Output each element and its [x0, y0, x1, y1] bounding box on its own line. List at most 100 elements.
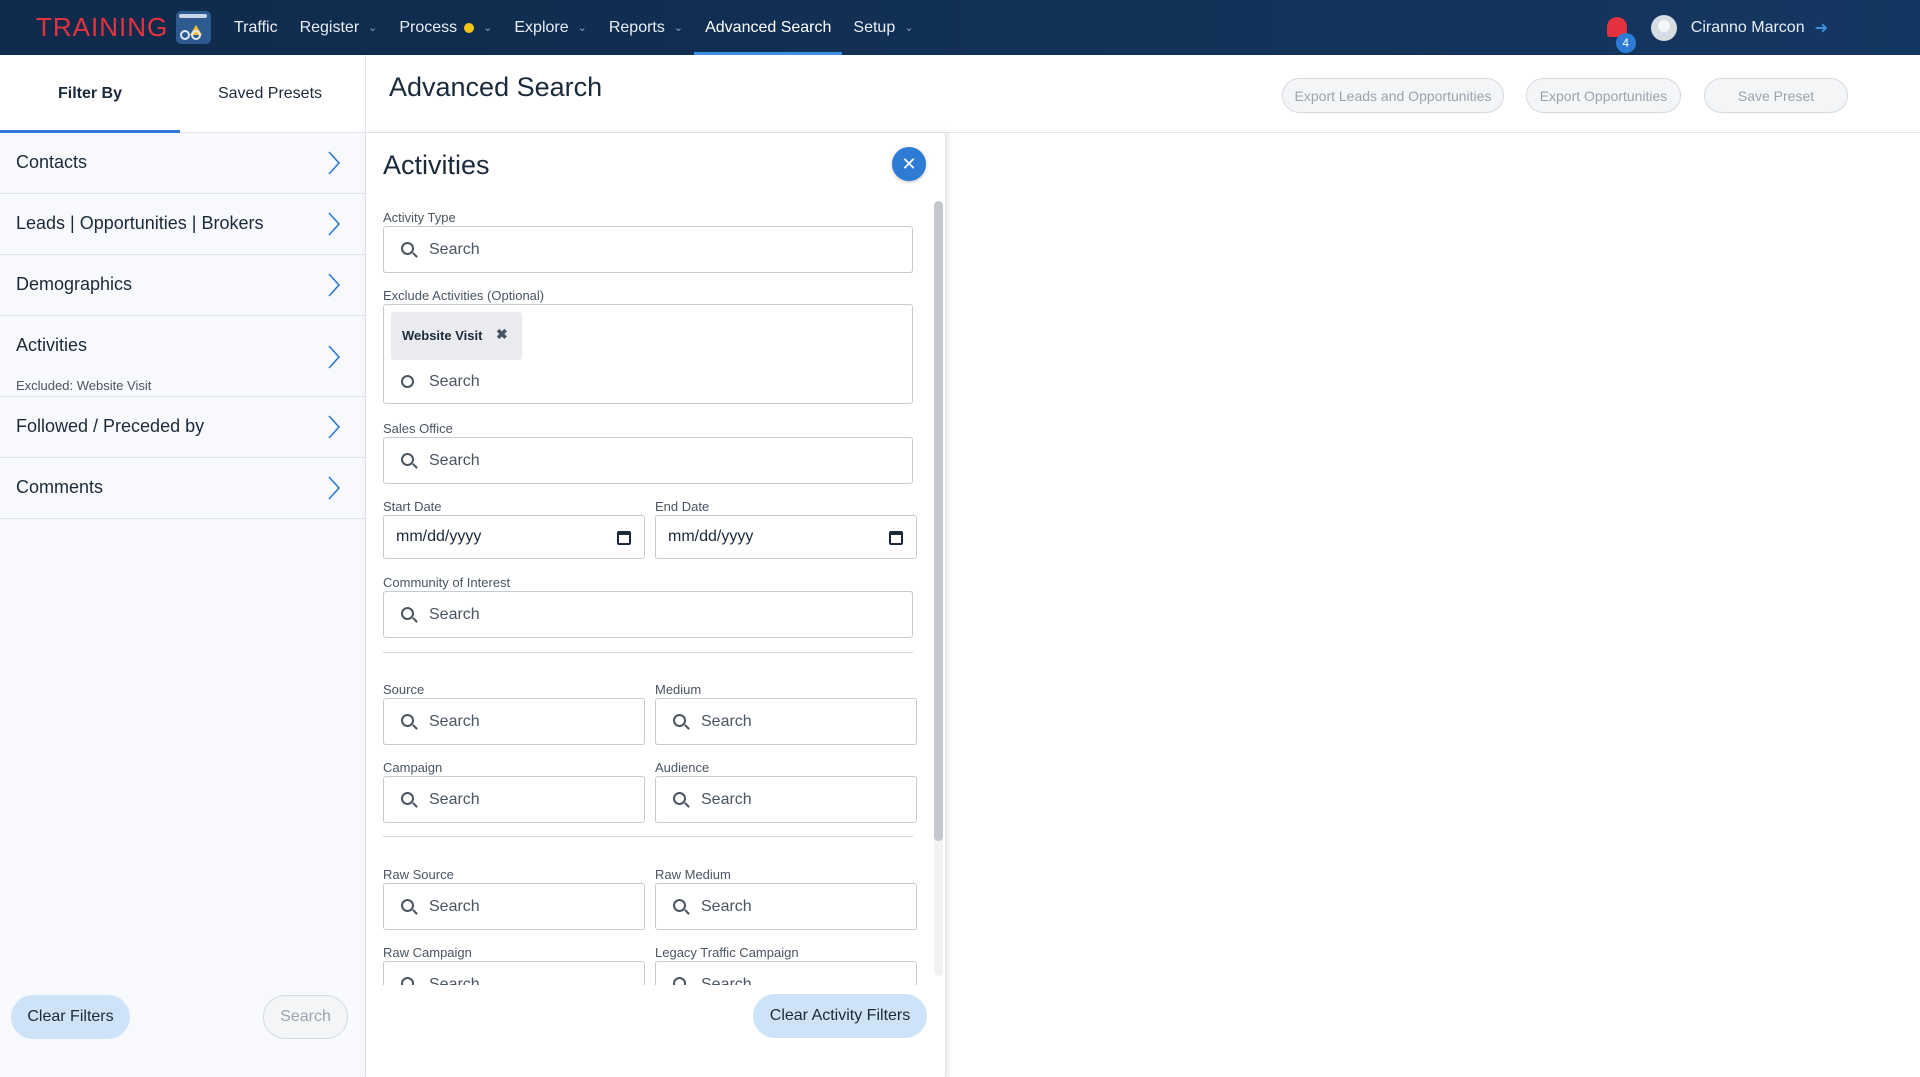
clear-activity-filters-button[interactable]: Clear Activity Filters — [753, 994, 927, 1038]
sales-office-label: Sales Office — [383, 421, 453, 436]
exclude-activities-input[interactable]: Website Visit ✖ Search — [383, 304, 913, 404]
raw-medium-search-input[interactable]: Search — [655, 883, 917, 930]
chevron-down-icon: ⌄ — [368, 22, 378, 34]
filter-item-leads[interactable]: Leads | Opportunities | Brokers — [0, 194, 365, 255]
legacy-campaign-search-input[interactable]: Search — [655, 961, 917, 985]
audience-search-input[interactable]: Search — [655, 776, 917, 823]
campaign-label: Campaign — [383, 760, 443, 775]
activities-form: Activity Type Search Exclude Activities … — [366, 193, 932, 985]
exclude-activities-label: Exclude Activities (Optional) — [383, 288, 545, 303]
chevron-right-icon — [328, 212, 341, 236]
community-search-input[interactable]: Search — [383, 591, 913, 638]
section-divider — [383, 836, 913, 837]
top-nav: TRAINING Traffic Register ⌄ Process ⌄ Expl… — [0, 0, 1920, 55]
medium-search-input[interactable]: Search — [655, 698, 917, 745]
calendar-icon[interactable] — [617, 531, 631, 545]
brand-label: TRAINING — [36, 12, 169, 42]
search-icon — [673, 977, 686, 985]
search-icon — [401, 242, 414, 255]
search-icon — [401, 607, 414, 620]
sidebar-tabs: Filter By Saved Presets — [0, 55, 365, 133]
export-opportunities-button[interactable]: Export Opportunities — [1526, 78, 1681, 113]
nav-explore[interactable]: Explore ⌄ — [503, 0, 597, 55]
start-date-input[interactable]: mm/dd/yyyy — [383, 515, 645, 559]
search-placeholder: Search — [429, 373, 480, 390]
search-placeholder: Search — [701, 791, 752, 808]
search-icon — [401, 792, 414, 805]
notification-count-badge: 4 — [1615, 32, 1636, 53]
filter-item-contacts[interactable]: Contacts — [0, 133, 365, 194]
notifications-bell-icon[interactable]: 4 — [1603, 11, 1636, 53]
chevron-down-icon: ⌄ — [577, 22, 587, 34]
clear-filters-button[interactable]: Clear Filters — [11, 995, 130, 1039]
search-placeholder: Search — [429, 898, 480, 915]
nav-reports[interactable]: Reports ⌄ — [598, 0, 694, 55]
search-icon — [401, 977, 414, 985]
date-placeholder: mm/dd/yyyy — [396, 528, 482, 545]
excluded-activity-chip: Website Visit ✖ — [391, 312, 522, 360]
chevron-right-icon — [328, 476, 341, 500]
company-logo-icon[interactable] — [176, 11, 211, 44]
nav-advanced-search[interactable]: Advanced Search — [694, 0, 843, 55]
tab-filter-by[interactable]: Filter By — [0, 55, 180, 133]
start-date-label: Start Date — [383, 499, 442, 514]
avatar[interactable] — [1650, 14, 1677, 41]
nav-explore-label: Explore — [514, 18, 569, 36]
filter-sidebar: Filter By Saved Presets Contacts Leads |… — [0, 55, 366, 1077]
filter-item-summary: Excluded: Website Visit — [16, 378, 152, 393]
remove-chip-icon[interactable]: ✖ — [496, 326, 508, 343]
nav-process-label: Process — [399, 18, 458, 36]
end-date-label: End Date — [655, 499, 710, 514]
chevron-right-icon — [328, 415, 341, 439]
chevron-right-icon — [328, 151, 341, 175]
audience-label: Audience — [655, 760, 710, 775]
calendar-icon[interactable] — [889, 531, 903, 545]
filter-item-demographics[interactable]: Demographics — [0, 255, 365, 316]
tab-saved-presets[interactable]: Saved Presets — [180, 55, 360, 132]
source-search-input[interactable]: Search — [383, 698, 645, 745]
page-title: Advanced Search — [389, 72, 603, 102]
chevron-right-icon — [328, 345, 341, 369]
search-placeholder: Search — [429, 606, 480, 623]
search-button[interactable]: Search — [263, 995, 348, 1039]
save-preset-button[interactable]: Save Preset — [1704, 78, 1848, 113]
source-label: Source — [383, 682, 425, 697]
raw-medium-label: Raw Medium — [655, 867, 731, 882]
nav-register[interactable]: Register ⌄ — [289, 0, 389, 55]
nav-register-label: Register — [299, 18, 360, 36]
filter-item-label: Followed / Preceded by — [16, 416, 205, 436]
export-leads-button[interactable]: Export Leads and Opportunities — [1282, 78, 1504, 113]
medium-label: Medium — [655, 682, 702, 697]
filter-item-activities[interactable]: Activities Excluded: Website Visit — [0, 316, 365, 397]
raw-campaign-search-input[interactable]: Search — [383, 961, 645, 985]
end-date-input[interactable]: mm/dd/yyyy — [655, 515, 917, 559]
nav-setup[interactable]: Setup ⌄ — [842, 0, 924, 55]
filter-item-followed-preceded[interactable]: Followed / Preceded by — [0, 397, 365, 458]
nav-traffic[interactable]: Traffic — [223, 0, 289, 55]
username[interactable]: Ciranno Marcon — [1691, 19, 1805, 37]
search-icon — [401, 375, 414, 388]
nav-process[interactable]: Process ⌄ — [388, 0, 503, 55]
logout-icon[interactable]: ➜ — [1815, 18, 1828, 38]
filter-item-comments[interactable]: Comments — [0, 458, 365, 519]
search-placeholder: Search — [701, 976, 752, 985]
search-icon — [673, 899, 686, 912]
campaign-search-input[interactable]: Search — [383, 776, 645, 823]
nav-traffic-label: Traffic — [234, 18, 278, 36]
raw-source-search-input[interactable]: Search — [383, 883, 645, 930]
nav-setup-label: Setup — [853, 18, 896, 36]
scrollbar-thumb[interactable] — [934, 201, 943, 841]
activity-type-label: Activity Type — [383, 210, 456, 225]
filter-item-label: Comments — [16, 477, 104, 497]
search-icon — [673, 714, 686, 727]
search-placeholder: Search — [701, 713, 752, 730]
search-placeholder: Search — [429, 713, 480, 730]
search-icon — [401, 453, 414, 466]
chevron-down-icon: ⌄ — [483, 22, 493, 34]
sales-office-search-input[interactable]: Search — [383, 437, 913, 484]
raw-campaign-label: Raw Campaign — [383, 945, 472, 960]
search-placeholder: Search — [701, 898, 752, 915]
activity-type-search-input[interactable]: Search — [383, 226, 913, 273]
close-icon[interactable]: ✕ — [892, 147, 926, 181]
section-divider — [383, 652, 913, 653]
